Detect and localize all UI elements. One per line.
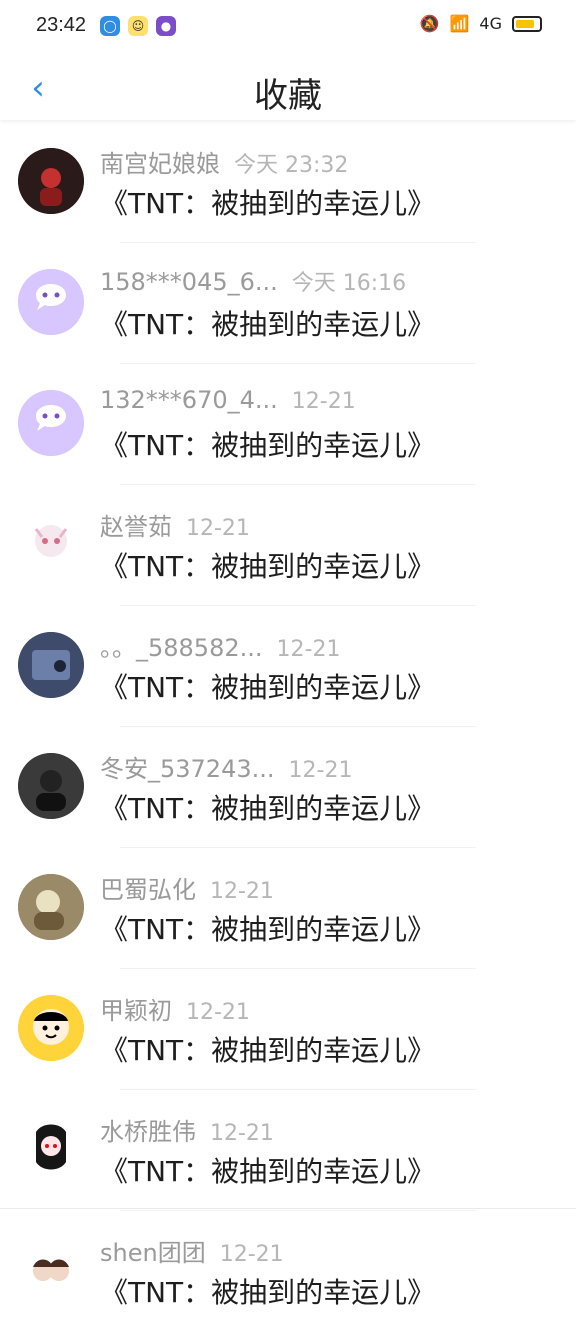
list-item[interactable]: 甲颖初 12-21 《TNT：被抽到的幸运儿》	[0, 969, 576, 1090]
emoji-icon: ☺	[128, 16, 148, 36]
item-title: 《TNT：被抽到的幸运儿》	[100, 913, 436, 946]
circle-q-icon: ◯	[100, 16, 120, 36]
avatar[interactable]	[18, 269, 84, 335]
avatar[interactable]	[18, 148, 84, 214]
avatar[interactable]	[18, 753, 84, 819]
meta-line: 巴蜀弘化 12-21	[100, 870, 274, 905]
item-title: 《TNT：被抽到的幸运儿》	[100, 671, 436, 704]
timestamp: 12-21	[291, 389, 356, 414]
list-item[interactable]: shen团团 12-21 《TNT：被抽到的幸运儿》	[0, 1211, 576, 1332]
avatar[interactable]	[18, 390, 84, 456]
item-title: 《TNT：被抽到的幸运儿》	[100, 187, 436, 220]
avatar[interactable]	[18, 511, 84, 577]
timestamp: 12-21	[276, 637, 341, 662]
favorites-list: 南宫妃娘娘 今天 23:32 《TNT：被抽到的幸运儿》 158***045_6…	[0, 122, 576, 1332]
meta-line: 132***670_4... 12-21	[100, 386, 356, 414]
list-separator	[0, 1208, 576, 1209]
username: 巴蜀弘化	[100, 876, 196, 904]
wifi-icon: 📶	[449, 14, 470, 33]
avatar[interactable]	[18, 995, 84, 1061]
timestamp: 12-21	[210, 879, 274, 904]
username: 赵誉茹	[100, 513, 172, 541]
timestamp: 12-21	[219, 1242, 284, 1267]
list-item[interactable]: 南宫妃娘娘 今天 23:32 《TNT：被抽到的幸运儿》	[0, 122, 576, 243]
timestamp: 12-21	[210, 1121, 274, 1146]
avatar[interactable]	[18, 1116, 84, 1182]
meta-line: 。。_588582... 12-21	[100, 628, 340, 663]
username: 。。_588582...	[100, 634, 263, 662]
avatar[interactable]	[18, 632, 84, 698]
nav-bar: ‹ 收藏	[0, 56, 576, 120]
status-bar: 23:42 ◯ ☺ ● 🔕 📶 4G	[0, 0, 576, 56]
status-time: 23:42	[36, 14, 87, 36]
timestamp: 12-21	[186, 516, 250, 541]
item-title: 《TNT：被抽到的幸运儿》	[100, 1034, 436, 1067]
page-title: 收藏	[254, 76, 322, 116]
username: 132***670_4...	[100, 386, 278, 414]
meta-line: 冬安_537243... 12-21	[100, 749, 352, 784]
meta-line: 南宫妃娘娘 今天 23:32	[100, 144, 348, 179]
item-title: 《TNT：被抽到的幸运儿》	[100, 429, 436, 462]
purple-dot-icon: ●	[156, 16, 176, 36]
meta-line: 158***045_6... 今天 16:16	[100, 265, 406, 297]
meta-line: 赵誉茹 12-21	[100, 507, 250, 542]
item-title: 《TNT：被抽到的幸运儿》	[100, 550, 436, 583]
username: 甲颖初	[100, 997, 172, 1025]
timestamp: 今天 23:32	[234, 153, 349, 178]
timestamp: 12-21	[288, 758, 353, 783]
username: 158***045_6...	[100, 268, 278, 296]
username: shen团团	[100, 1239, 206, 1267]
list-item[interactable]: 158***045_6... 今天 16:16 《TNT：被抽到的幸运儿》	[0, 243, 576, 364]
item-title: 《TNT：被抽到的幸运儿》	[100, 1155, 436, 1188]
list-item[interactable]: 巴蜀弘化 12-21 《TNT：被抽到的幸运儿》	[0, 848, 576, 969]
meta-line: 甲颖初 12-21	[100, 991, 250, 1026]
signal-icon: 4G	[479, 14, 502, 33]
battery-icon	[512, 15, 542, 32]
item-title: 《TNT：被抽到的幸运儿》	[100, 308, 436, 341]
list-item[interactable]: 赵誉茹 12-21 《TNT：被抽到的幸运儿》	[0, 485, 576, 606]
avatar[interactable]	[18, 1237, 84, 1303]
meta-line: shen团团 12-21	[100, 1233, 284, 1268]
item-title: 《TNT：被抽到的幸运儿》	[100, 792, 436, 825]
status-right: 🔕 📶 4G	[420, 14, 542, 33]
timestamp: 12-21	[186, 1000, 250, 1025]
notification-icons: ◯ ☺ ●	[100, 16, 176, 36]
list-item[interactable]: 132***670_4... 12-21 《TNT：被抽到的幸运儿》	[0, 364, 576, 485]
list-item[interactable]: 。。_588582... 12-21 《TNT：被抽到的幸运儿》	[0, 606, 576, 727]
list-item[interactable]: 冬安_537243... 12-21 《TNT：被抽到的幸运儿》	[0, 727, 576, 848]
username: 水桥胜伟	[100, 1118, 196, 1146]
mute-icon: 🔕	[419, 14, 440, 33]
username: 冬安_537243...	[100, 755, 275, 783]
timestamp: 今天 16:16	[291, 271, 407, 296]
item-title: 《TNT：被抽到的幸运儿》	[100, 1276, 436, 1309]
list-item[interactable]: 水桥胜伟 12-21 《TNT：被抽到的幸运儿》	[0, 1090, 576, 1211]
avatar[interactable]	[18, 874, 84, 940]
meta-line: 水桥胜伟 12-21	[100, 1112, 274, 1147]
username: 南宫妃娘娘	[100, 150, 220, 178]
